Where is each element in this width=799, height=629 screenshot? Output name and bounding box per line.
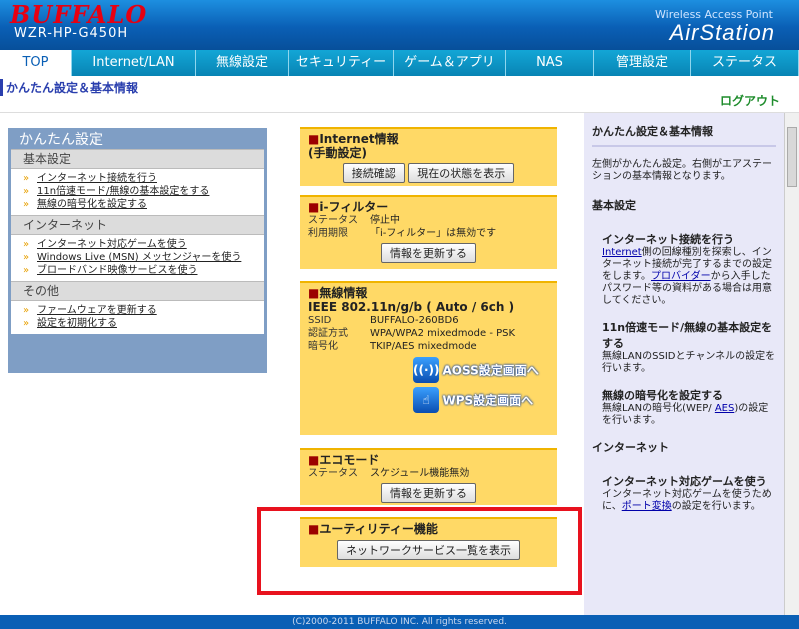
help-section-internet: インターネット (592, 441, 669, 454)
logout-link[interactable]: ログアウト (720, 92, 780, 109)
ifilter-status-row: ステータス 停止中 (308, 215, 400, 226)
wireless-info-panel: ■無線情報 IEEE 802.11n/g/b ( Auto / 6ch ) SS… (300, 281, 557, 435)
ifilter-expiry-row: 利用期限 「i-フィルター」は無効です (308, 228, 497, 239)
help-scrollbar[interactable] (784, 113, 799, 615)
airstation-logo: AirStation (669, 20, 775, 45)
ssid-row: SSID BUFFALO-260BD6 (308, 315, 459, 326)
quick-link[interactable]: » 11n倍速モード/無線の基本設定をする (23, 185, 264, 198)
double-arrow-icon: » (23, 252, 30, 263)
quick-link[interactable]: » インターネット接続を行う (23, 172, 264, 185)
help-section-basic: 基本設定 (592, 199, 636, 212)
help-internet-connect-text: Internet側の回線種別を探索し、インターネット接続が完了するまでの設定をし… (602, 247, 772, 306)
quick-link[interactable]: » Windows Live (MSN) メッセンジャーを使う (23, 251, 264, 264)
help-11n-text: 無線LANのSSIDとチャンネルの設定を行います。 (602, 351, 776, 374)
help-encryption-title: 無線の暗号化を設定する (602, 389, 723, 402)
eco-status-row: ステータス スケジュール機能無効 (308, 468, 470, 479)
double-arrow-icon: » (23, 173, 30, 184)
quick-section-head: インターネット (11, 215, 264, 235)
quick-link[interactable]: » 無線の暗号化を設定する (23, 198, 264, 211)
double-arrow-icon: » (23, 318, 30, 329)
ifilter-title: i-フィルター (319, 200, 389, 214)
aoss-setup-link[interactable]: AOSS設定画面へ (443, 364, 539, 378)
tab-4[interactable]: ゲーム＆アプリ (394, 50, 506, 76)
help-title: かんたん設定＆基本情報 (592, 125, 713, 138)
help-intro: 左側がかんたん設定。右側がエアステーションの基本情報となります。 (592, 159, 772, 182)
tab-6[interactable]: 管理設定 (594, 50, 691, 76)
quick-link[interactable]: » インターネット対応ゲームを使う (23, 238, 264, 251)
quick-setup-title: かんたん設定 (19, 132, 103, 148)
tab-1[interactable]: Internet/LAN (72, 50, 196, 76)
encryption-row: 暗号化 TKIP/AES mixedmode (308, 341, 477, 352)
help-panel: かんたん設定＆基本情報 左側がかんたん設定。右側がエアステーションの基本情報とな… (584, 113, 784, 615)
quick-link-label: インターネット接続を行う (37, 173, 157, 184)
show-status-button[interactable]: 現在の状態を表示 (408, 163, 515, 183)
breadcrumb: かんたん設定＆基本情報 (0, 79, 138, 96)
wps-setup-link[interactable]: WPS設定画面へ (443, 394, 534, 408)
internet-mode: (手動設定) (308, 146, 367, 160)
help-encryption-text: 無線LANの暗号化(WEP/ AES)の設定を行います。 (602, 403, 769, 426)
double-arrow-icon: » (23, 265, 30, 276)
quick-link[interactable]: » ファームウェアを更新する (23, 304, 264, 317)
double-arrow-icon: » (23, 305, 30, 316)
scroll-thumb[interactable] (787, 127, 797, 187)
quick-link-label: インターネット対応ゲームを使う (37, 239, 187, 250)
highlight-box (257, 507, 582, 595)
help-internet-connect-title: インターネット接続を行う (602, 233, 734, 246)
aoss-icon[interactable]: ((·)) (413, 357, 440, 383)
main-content: かんたん設定 基本設定 » インターネット接続を行う » 11n倍速モード/無線の基本設… (0, 113, 584, 615)
wireless-mode: IEEE 802.11n/g/b ( Auto / 6ch ) (308, 300, 515, 314)
auth-row: 認証方式 WPA/WPA2 mixedmode - PSK (308, 328, 516, 339)
quick-link-label: 無線の暗号化を設定する (37, 199, 147, 210)
quick-section: インターネット » インターネット対応ゲームを使う » Windows Live (MS… (11, 215, 264, 281)
wireless-info-title: 無線情報 (319, 286, 368, 300)
help-game-text: インターネット対応ゲームを使うために、ポート変換の設定を行います。 (602, 489, 772, 512)
quick-section-head: その他 (11, 281, 264, 301)
sub-bar: かんたん設定＆基本情報 ログアウト (0, 76, 799, 113)
quick-setup-box: かんたん設定 基本設定 » インターネット接続を行う » 11n倍速モード/無線の基本設… (8, 128, 267, 373)
quick-link-label: 設定を初期化する (37, 318, 117, 329)
help-divider (592, 145, 776, 147)
quick-section: 基本設定 » インターネット接続を行う » 11n倍速モード/無線の基本設定をする » 無線… (11, 149, 264, 215)
quick-link[interactable]: » ブロードバンド映像サービスを使う (23, 264, 264, 277)
quick-link-label: Windows Live (MSN) メッセンジャーを使う (37, 252, 242, 263)
help-11n-title: 11n倍速モード/無線の基本設定をする (602, 321, 773, 350)
quick-section-head: 基本設定 (11, 149, 264, 169)
ifilter-panel: ■i-フィルター ステータス 停止中 利用期限 「i-フィルター」は無効です 情報を… (300, 195, 557, 269)
eco-mode-title: エコモード (319, 453, 380, 467)
ifilter-update-button[interactable]: 情報を更新する (381, 243, 476, 263)
main-nav: TOP Internet/LAN 無線設定 セキュリティー ゲーム＆アプリ NAS 管理設定… (0, 50, 799, 76)
tab-3[interactable]: セキュリティー (289, 50, 394, 76)
internet-link[interactable]: Internet (602, 247, 642, 258)
quick-section: その他 » ファームウェアを更新する » 設定を初期化する (11, 281, 264, 334)
app-header: BUFFALO WZR-HP-G450H Wireless Access Poi… (0, 0, 799, 50)
port-forward-link[interactable]: ポート変換 (622, 501, 672, 512)
copyright-footer: (C)2000-2011 BUFFALO INC. All rights res… (0, 615, 799, 629)
tab-7[interactable]: ステータス (691, 50, 799, 76)
buffalo-logo: BUFFALO (10, 0, 148, 29)
tab-5[interactable]: NAS (506, 50, 594, 76)
model-name: WZR-HP-G450H (14, 26, 129, 41)
provider-link[interactable]: プロバイダー (651, 271, 711, 282)
connection-check-button[interactable]: 接続確認 (342, 163, 405, 183)
double-arrow-icon: » (23, 186, 30, 197)
double-arrow-icon: » (23, 199, 30, 210)
eco-mode-panel: ■エコモード ステータス スケジュール機能無効 情報を更新する (300, 448, 557, 505)
internet-info-title: Internet情報 (319, 132, 399, 146)
tab-2[interactable]: 無線設定 (196, 50, 289, 76)
tab-0[interactable]: TOP (0, 50, 72, 76)
quick-link-label: ファームウェアを更新する (37, 305, 157, 316)
eco-update-button[interactable]: 情報を更新する (381, 483, 476, 503)
wps-icon[interactable]: ☝ (413, 387, 439, 413)
internet-info-panel: ■Internet情報 (手動設定) 接続確認 現在の状態を表示 (300, 127, 557, 186)
help-game-title: インターネット対応ゲームを使う (602, 475, 767, 488)
quick-link[interactable]: » 設定を初期化する (23, 317, 264, 330)
quick-link-label: 11n倍速モード/無線の基本設定をする (37, 186, 210, 197)
aes-link[interactable]: AES (715, 403, 735, 414)
quick-link-label: ブロードバンド映像サービスを使う (37, 265, 198, 276)
double-arrow-icon: » (23, 239, 30, 250)
